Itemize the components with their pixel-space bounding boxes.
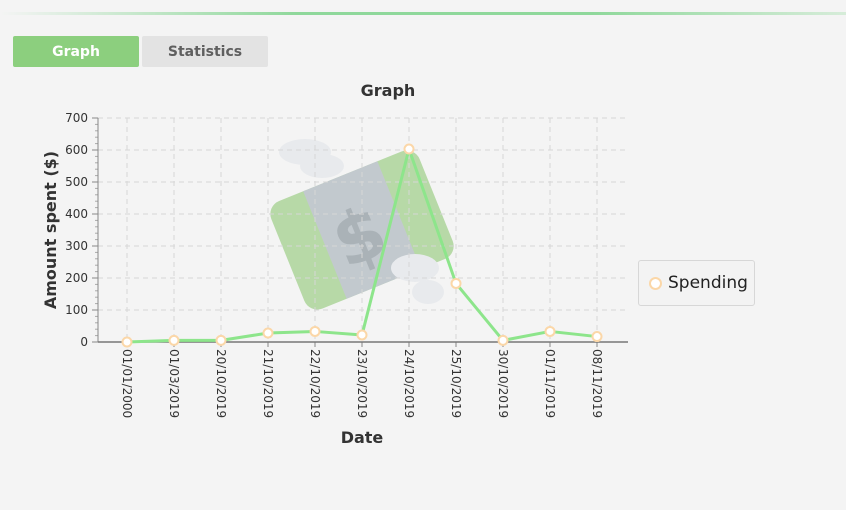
x-tick-label: 01/03/2019 [167, 349, 181, 418]
x-tick-label: 24/10/2019 [402, 349, 416, 418]
y-tick-label: 200 [65, 271, 88, 285]
data-point[interactable] [403, 143, 415, 155]
y-tick-label: 300 [65, 239, 88, 253]
y-tick-label: 700 [65, 111, 88, 125]
data-point[interactable] [450, 277, 462, 289]
data-point[interactable] [262, 327, 274, 339]
y-tick-label: 0 [80, 335, 88, 349]
data-point[interactable] [591, 331, 603, 343]
x-tick-label: 30/10/2019 [496, 349, 510, 418]
legend-label: Spending [668, 273, 748, 293]
x-tick-label: 20/10/2019 [214, 349, 228, 418]
y-tick-label: 100 [65, 303, 88, 317]
data-point[interactable] [215, 334, 227, 346]
y-tick-label: 400 [65, 207, 88, 221]
y-axis-label: Amount spent ($) [41, 151, 60, 309]
legend-marker-icon [649, 276, 662, 290]
x-tick-label: 08/11/2019 [590, 349, 604, 418]
x-tick-label: 21/10/2019 [261, 349, 275, 418]
x-axis-label: Date [341, 428, 384, 447]
data-point[interactable] [309, 325, 321, 337]
data-point[interactable] [544, 325, 556, 337]
chart-legend: Spending [638, 260, 755, 306]
line-chart: $ 010020030040050060070001/01/2000 01/03/… [41, 81, 628, 447]
data-point[interactable] [356, 329, 368, 341]
data-point[interactable] [497, 334, 509, 346]
x-tick-label: 01/01/2000 [120, 349, 134, 418]
data-point[interactable] [121, 336, 133, 348]
chart-title: Graph [361, 81, 416, 100]
x-tick-label: 25/10/2019 [449, 349, 463, 418]
x-tick-label: 01/11/2019 [543, 349, 557, 418]
y-tick-label: 500 [65, 175, 88, 189]
y-tick-label: 600 [65, 143, 88, 157]
x-tick-label: 23/10/2019 [355, 349, 369, 418]
x-tick-label: 22/10/2019 [308, 349, 322, 418]
data-point[interactable] [168, 334, 180, 346]
